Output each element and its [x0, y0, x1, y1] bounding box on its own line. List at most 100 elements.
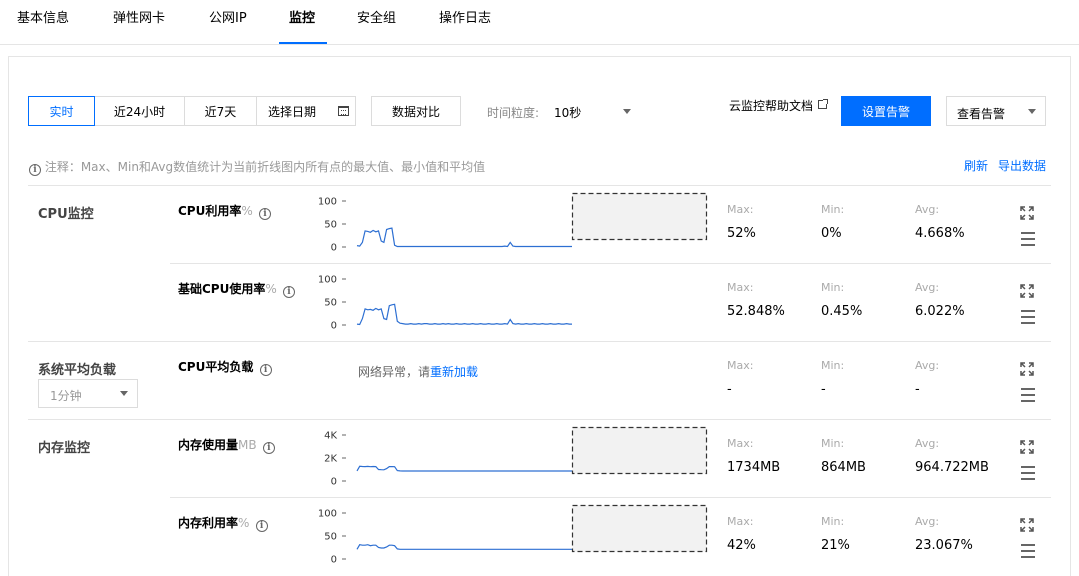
stat-avg-label: Avg: [915, 515, 940, 528]
loading-placeholder [571, 192, 708, 241]
chart-base-cpu-usage: 100 50 0 [318, 275, 572, 332]
series-line [356, 303, 572, 326]
info-icon[interactable]: i [259, 364, 272, 376]
expand-icon[interactable] [1020, 440, 1034, 454]
stat-max-value: - [727, 382, 732, 397]
stat-avg-label: Avg: [915, 281, 940, 294]
chevron-down-icon[interactable] [623, 109, 631, 114]
tab-public-ip[interactable]: 公网IP [209, 7, 247, 26]
load-period-select[interactable]: 1分钟 [38, 379, 138, 408]
export-data-link[interactable]: 导出数据 [998, 157, 1046, 174]
stat-avg-value: 964.722MB [915, 460, 989, 475]
info-icon[interactable]: i [255, 520, 268, 532]
range-24h-button[interactable]: 近24小时 [94, 96, 185, 126]
divider [170, 263, 1051, 264]
stat-min-label: Min: [821, 359, 845, 372]
menu-icon[interactable] [1021, 544, 1035, 558]
group-cpu-title: CPU监控 [38, 207, 94, 222]
stat-max-label: Max: [727, 515, 754, 528]
granularity-select[interactable]: 10秒 [554, 104, 581, 121]
metric-unit: MB [238, 438, 257, 452]
help-doc-link[interactable]: 云监控帮助文档 [729, 97, 813, 114]
metric-unit: % [238, 516, 250, 530]
range-7d-button[interactable]: 近7天 [184, 96, 257, 126]
metric-unit: % [265, 282, 277, 296]
tab-bar: 基本信息 弹性网卡 公网IP 监控 安全组 操作日志 [0, 0, 1079, 45]
stat-max-label: Max: [727, 281, 754, 294]
network-error: 网络异常，请重新加载 [358, 363, 478, 380]
menu-icon[interactable] [1021, 310, 1035, 324]
stat-max-value: 42% [727, 538, 756, 553]
chevron-down-icon [1028, 109, 1036, 114]
y-tick-label: 0 [331, 243, 337, 254]
info-icon[interactable]: i [258, 208, 271, 220]
tab-security-group[interactable]: 安全组 [357, 7, 396, 26]
y-tick-label: 4K [324, 431, 337, 442]
divider [28, 341, 1051, 342]
y-tick-label: 100 [318, 275, 337, 286]
series-line [356, 227, 572, 248]
chart-memory-usage: 100 50 0 [318, 504, 708, 566]
metric-name: CPU平均负载 [178, 360, 254, 374]
y-tick-label: 0 [331, 321, 337, 332]
stat-avg-value: 6.022% [915, 304, 965, 319]
tab-monitoring[interactable]: 监控 [289, 7, 315, 26]
tab-basic-info[interactable]: 基本信息 [17, 7, 69, 26]
tab-elastic-nic[interactable]: 弹性网卡 [113, 7, 165, 26]
metric-title-memory-usage: 内存利用率% i [178, 514, 268, 532]
metric-title-cpu-load: CPU平均负载 i [178, 358, 272, 376]
menu-icon[interactable] [1021, 466, 1035, 480]
group-load-title: 系统平均负载 [38, 363, 117, 378]
stat-max-value: 1734MB [727, 460, 781, 475]
refresh-link[interactable]: 刷新 [964, 157, 988, 174]
metric-name: CPU利用率 [178, 204, 242, 218]
info-icon[interactable]: i [262, 442, 275, 454]
range-realtime-button[interactable]: 实时 [28, 96, 95, 126]
expand-icon[interactable] [1020, 518, 1034, 532]
info-icon[interactable]: i [282, 286, 295, 298]
stat-min-value: 21% [821, 538, 850, 553]
metric-name: 内存使用量 [178, 438, 239, 452]
set-alarm-button[interactable]: 设置告警 [841, 96, 931, 126]
menu-icon[interactable] [1021, 388, 1035, 402]
stat-avg-label: Avg: [915, 359, 940, 372]
expand-icon[interactable] [1020, 362, 1034, 376]
network-error-text: 网络异常，请 [358, 365, 431, 379]
view-alarm-label: 查看告警 [957, 107, 1006, 121]
y-tick-label: 100 [318, 509, 337, 520]
active-tab-indicator [279, 42, 327, 44]
stat-max-label: Max: [727, 203, 754, 216]
chart-memory-used: 4K 2K 0 [324, 426, 708, 488]
stat-avg-value: 23.067% [915, 538, 973, 553]
y-tick-label: 100 [318, 197, 337, 208]
series-line [356, 544, 572, 550]
info-icon: i [29, 164, 41, 176]
stat-max-label: Max: [727, 359, 754, 372]
reload-link[interactable]: 重新加载 [430, 365, 478, 379]
stat-min-label: Min: [821, 437, 845, 450]
external-link-icon[interactable] [818, 99, 828, 109]
y-tick-label: 50 [324, 220, 337, 231]
calendar-icon [338, 106, 349, 116]
metric-name: 内存利用率 [178, 516, 239, 530]
view-alarm-select[interactable]: 查看告警 [946, 96, 1046, 126]
menu-icon[interactable] [1021, 232, 1035, 246]
divider [28, 185, 1051, 186]
y-tick-label: 0 [331, 477, 337, 488]
stat-min-label: Min: [821, 515, 845, 528]
y-tick-label: 0 [331, 555, 337, 566]
metric-unit: % [241, 204, 253, 218]
metric-title-base-cpu-usage: 基础CPU使用率% i [178, 280, 295, 298]
expand-icon[interactable] [1020, 284, 1034, 298]
expand-icon[interactable] [1020, 206, 1034, 220]
loading-placeholder [571, 426, 708, 475]
stat-avg-value: 4.668% [915, 226, 965, 241]
date-picker[interactable]: 选择日期 [256, 96, 356, 126]
divider [28, 419, 1051, 420]
compare-button[interactable]: 数据对比 [371, 96, 461, 126]
chevron-down-icon [120, 391, 128, 396]
divider [170, 497, 1051, 498]
tab-operation-log[interactable]: 操作日志 [439, 7, 491, 26]
stat-min-label: Min: [821, 281, 845, 294]
granularity-label: 时间粒度: [487, 106, 540, 120]
